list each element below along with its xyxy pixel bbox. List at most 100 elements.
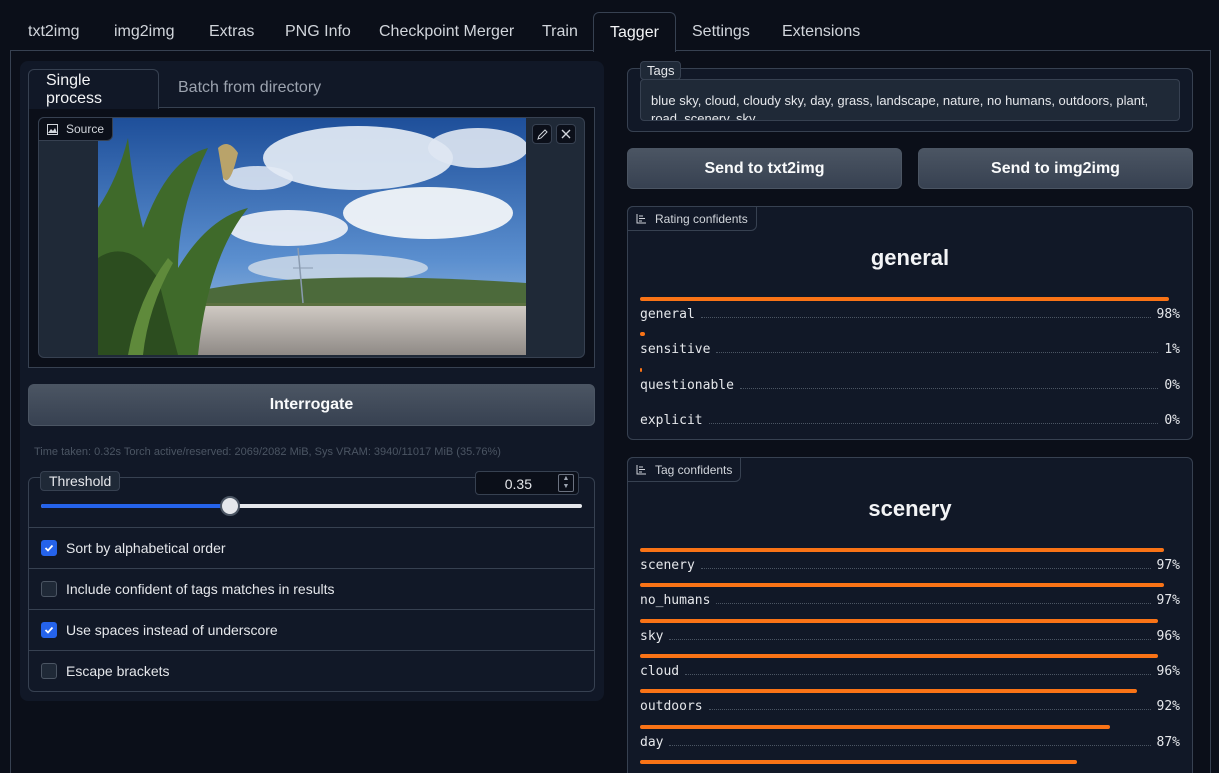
checkbox[interactable] [41, 581, 57, 597]
spinner-icon[interactable]: ▲ ▼ [558, 474, 574, 492]
tab-png-info[interactable]: PNG Info [269, 14, 367, 50]
confidence-bar [640, 548, 1164, 552]
confidence-bar [640, 367, 642, 372]
confidence-name: general [640, 307, 695, 322]
tab-tagger[interactable]: Tagger [593, 12, 676, 52]
threshold-slider-track[interactable] [41, 504, 582, 508]
rating-confidents-label-text: Rating confidents [655, 211, 748, 226]
option-row[interactable]: Use spaces instead of underscore [28, 610, 595, 651]
confidence-name: no_humans [640, 593, 711, 609]
tab-img2img[interactable]: img2img [98, 14, 190, 50]
option-row[interactable]: Sort by alphabetical order [28, 528, 595, 569]
option-row[interactable]: Include confident of tags matches in res… [28, 569, 595, 610]
source-label-text: Source [66, 122, 105, 136]
image-icon [47, 123, 58, 135]
confidence-bar [640, 689, 1137, 694]
send-to-img2img-button[interactable]: Send to img2img [918, 148, 1193, 189]
tab-train[interactable]: Train [526, 14, 594, 50]
confidence-name: sensitive [640, 342, 711, 358]
chart-icon [636, 214, 646, 224]
tags-textarea[interactable]: blue sky, cloud, cloudy sky, day, grass,… [640, 79, 1180, 121]
confidence-percent: 97% [1156, 558, 1180, 573]
option-label: Include confident of tags matches in res… [66, 581, 335, 597]
dotted-leader [700, 559, 1151, 569]
dotted-leader [700, 308, 1151, 318]
confidence-percent: 92% [1156, 699, 1180, 715]
tags-label: Tags [640, 61, 682, 80]
confidence-bar [640, 618, 1159, 623]
confidence-name: cloud [640, 663, 680, 679]
option-label: Use spaces instead of underscore [66, 622, 278, 638]
confidence-row: outdoors 92% [640, 699, 1180, 717]
top-tab-bar: txt2img img2img Extras PNG Info Checkpoi… [0, 0, 1219, 52]
dotted-leader [669, 630, 1151, 640]
subtab-single-process[interactable]: Single process [28, 69, 159, 109]
pencil-icon [536, 128, 548, 140]
confidence-bar [640, 759, 1078, 764]
check-icon [44, 544, 54, 552]
subtab-batch-from-directory[interactable]: Batch from directory [161, 69, 338, 107]
send-to-txt2img-button[interactable]: Send to txt2img [627, 148, 902, 189]
confidence-row: no_humans 97% [640, 593, 1180, 611]
dotted-leader [716, 343, 1159, 354]
edit-image-button[interactable] [532, 124, 552, 144]
tab-checkpoint-merger[interactable]: Checkpoint Merger [363, 14, 530, 50]
threshold-label: Threshold [40, 471, 121, 491]
threshold-slider-fill [41, 504, 231, 508]
confidence-bar [640, 653, 1159, 658]
clear-image-button[interactable] [556, 124, 576, 144]
confidence-name: outdoors [640, 699, 703, 715]
confidence-percent: 0% [1164, 377, 1180, 393]
confidence-row: cloud 96% [640, 664, 1180, 682]
confidence-percent: 0% [1164, 412, 1180, 428]
confidence-name: day [640, 734, 664, 750]
dotted-leader [739, 379, 1159, 389]
option-row[interactable]: Escape brackets [28, 651, 595, 692]
interrogate-button[interactable]: Interrogate [28, 384, 595, 426]
confidence-row: day 87% [640, 735, 1180, 753]
threshold-value: 0.35 [504, 476, 532, 492]
confidence-row: explicit 0% [640, 413, 1180, 431]
tab-extensions[interactable]: Extensions [766, 14, 876, 50]
source-label: Source [38, 117, 114, 141]
confidence-row: sensitive 1% [640, 342, 1180, 360]
source-image [98, 118, 526, 355]
timing-info: Time taken: 0.32s Torch active/reserved:… [34, 446, 501, 458]
confidence-bar [640, 724, 1110, 729]
confidence-bar [640, 583, 1164, 588]
checkbox[interactable] [41, 622, 57, 638]
confidence-name: scenery [640, 558, 695, 573]
tag-top-label: scenery [868, 496, 952, 521]
confidence-percent: 96% [1156, 663, 1180, 679]
check-icon [44, 626, 54, 634]
confidence-row: sky 96% [640, 629, 1180, 647]
threshold-number-input[interactable]: 0.35 ▲ ▼ [475, 471, 579, 495]
option-label: Sort by alphabetical order [66, 540, 226, 556]
dotted-leader [685, 665, 1151, 675]
checkbox[interactable] [41, 663, 57, 679]
source-image-dropzone[interactable] [38, 117, 585, 358]
confidence-name: sky [640, 628, 664, 644]
confidence-percent: 1% [1164, 342, 1180, 358]
confidence-percent: 97% [1156, 593, 1180, 609]
close-icon [561, 129, 571, 139]
tab-extras[interactable]: Extras [193, 14, 270, 50]
dotted-leader [708, 414, 1159, 424]
dotted-leader [669, 736, 1151, 746]
option-label: Escape brackets [66, 663, 170, 679]
dotted-leader [716, 594, 1151, 605]
confidence-row: scenery 97% [640, 558, 1180, 576]
confidence-percent: 87% [1156, 734, 1180, 750]
confidence-percent: 96% [1156, 628, 1180, 644]
tab-txt2img[interactable]: txt2img [12, 14, 96, 50]
confidence-name: explicit [640, 412, 703, 428]
dotted-leader [708, 700, 1151, 711]
confidence-row: questionable 0% [640, 378, 1180, 396]
tab-settings[interactable]: Settings [676, 14, 766, 50]
rating-confidents-label: Rating confidents [627, 206, 757, 231]
chart-icon [636, 465, 646, 475]
confidence-name: questionable [640, 377, 734, 393]
rating-top-label: general [870, 245, 950, 270]
tag-confidents-label-text: Tag confidents [655, 462, 733, 477]
checkbox[interactable] [41, 540, 57, 556]
